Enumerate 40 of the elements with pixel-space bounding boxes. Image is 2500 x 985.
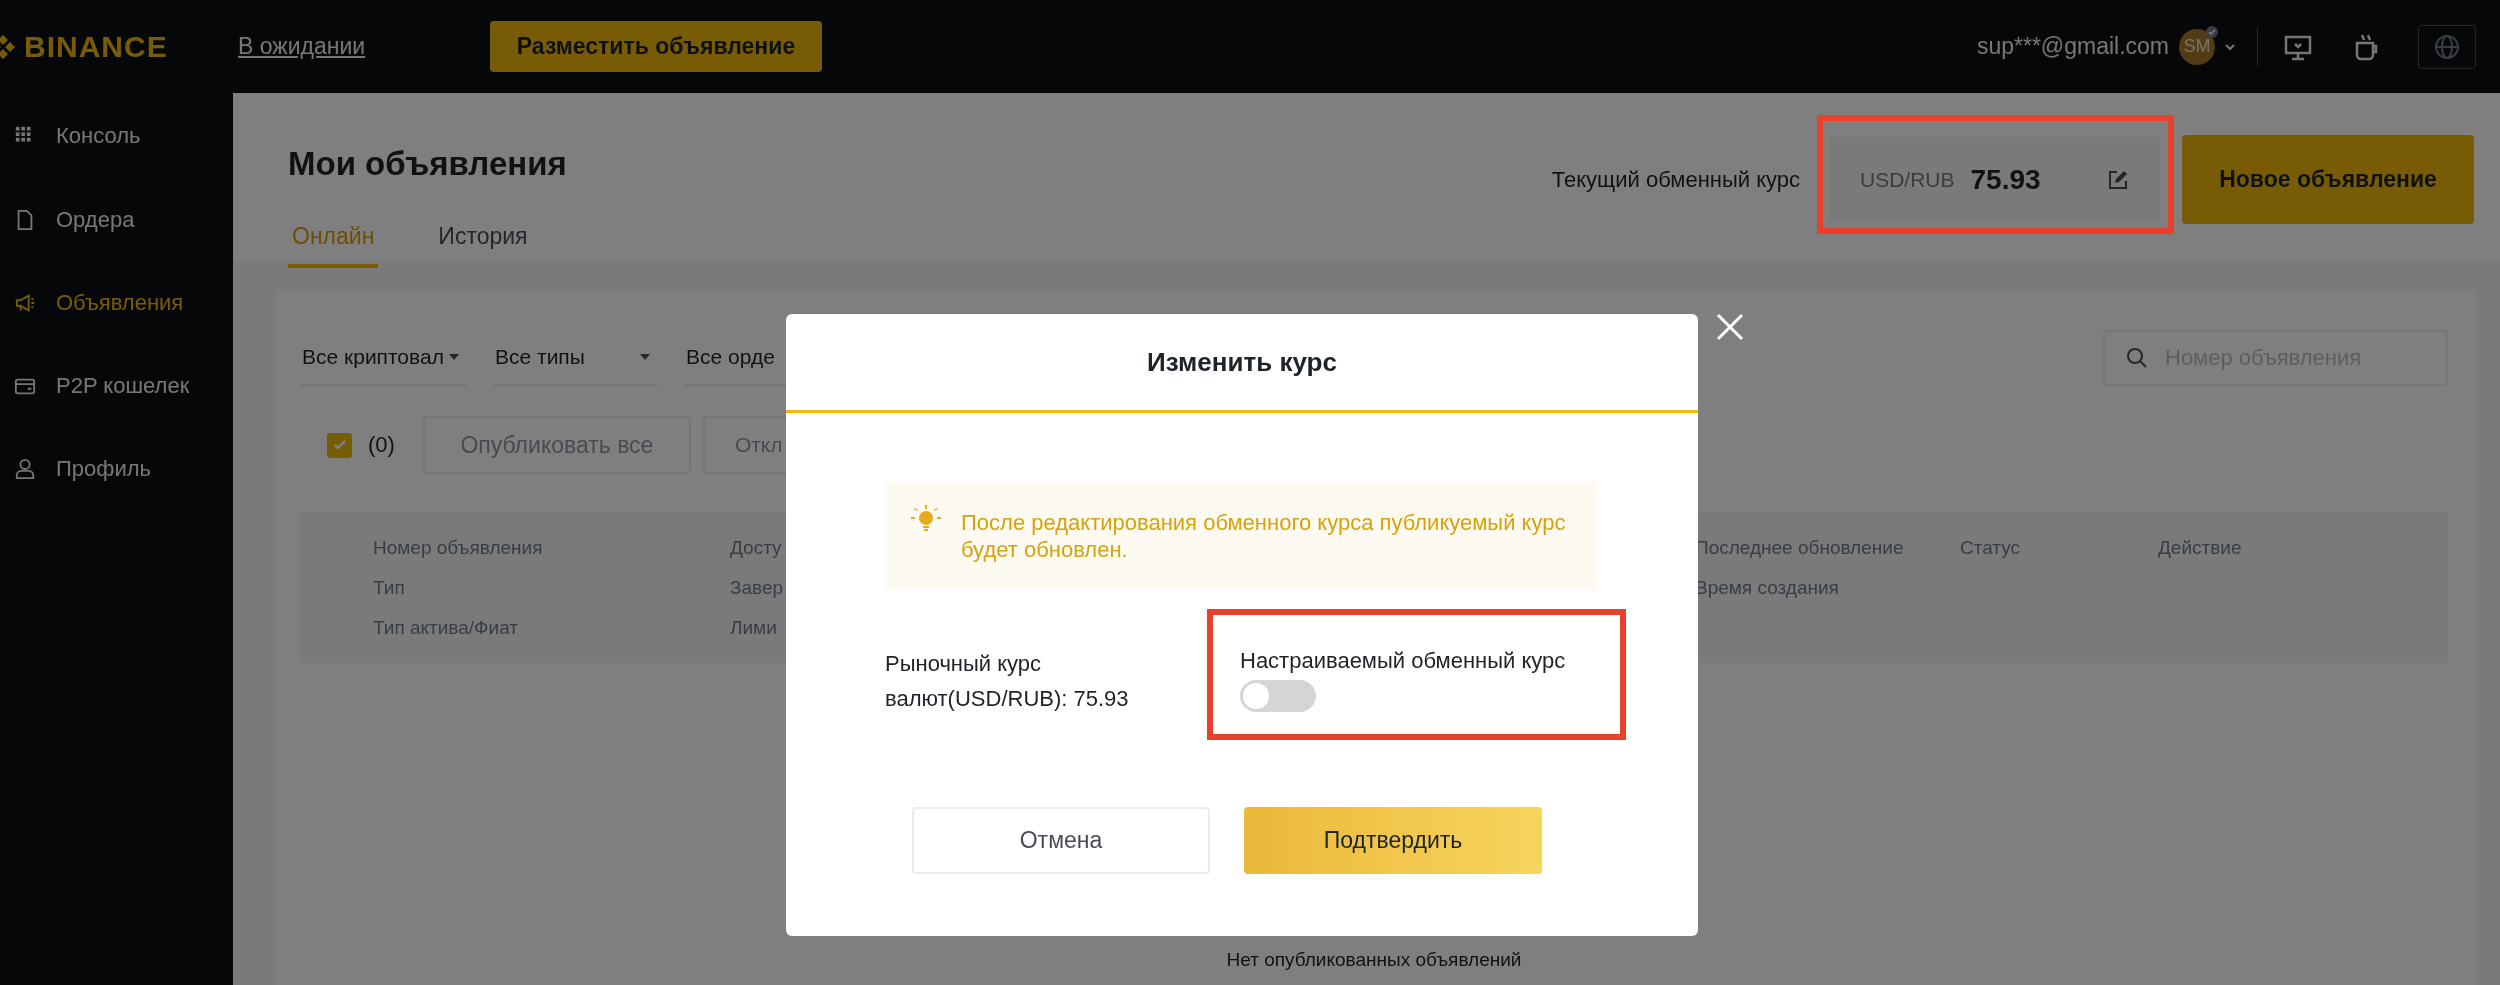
empty-message: Нет опубликованных объявлений (1226, 949, 1522, 970)
page-title: Мои объявления (288, 145, 567, 183)
column-heading: Лими (730, 616, 777, 639)
column-heading: Завер (730, 576, 784, 599)
column-heading: Тип (373, 576, 405, 599)
person-icon (14, 457, 36, 480)
account-email[interactable]: sup***@gmail.com (1976, 33, 2169, 60)
rate-value: 75.93 (1970, 163, 2042, 196)
cancel-button[interactable]: Отмена (912, 807, 1210, 874)
column-heading: Тип актива/Фиат (373, 616, 518, 639)
post-ad-button[interactable]: Разместить объявление (490, 21, 822, 72)
sidebar-item[interactable]: Профиль (0, 427, 233, 510)
pending-link[interactable]: В ожидании (238, 33, 490, 60)
filter-dropdown[interactable]: Все криптовал (300, 330, 467, 386)
column-heading: Номер объявления (373, 536, 543, 559)
sidebar-item[interactable]: Объявления (0, 261, 233, 344)
sidebar-item[interactable]: Консоль (0, 93, 233, 178)
confirm-button[interactable]: Подтвердить (1244, 807, 1542, 874)
market-rate-text: Рыночный курс валют(USD/RUB): 75.93 (885, 650, 1130, 713)
brand-name[interactable]: BINANCE (24, 29, 168, 64)
column-heading: Последнее обновление (1695, 536, 1904, 559)
selected-count: (0) (368, 432, 395, 458)
custom-rate-label: Настраиваемый обменный курс (1240, 648, 1566, 674)
sidebar-item[interactable]: Ордера (0, 178, 233, 261)
toggle-switch[interactable] (1240, 680, 1316, 712)
column-heading: Статус (1960, 536, 2021, 559)
tab[interactable]: История (434, 223, 532, 268)
filter-dropdown[interactable]: Все типы (493, 330, 658, 386)
sidebar-item[interactable]: P2P кошелек (0, 344, 233, 427)
close-icon[interactable] (1716, 313, 1744, 341)
megaphone-icon (14, 291, 36, 314)
column-heading: Досту (730, 536, 782, 559)
notice-text: После редактирования обменного курса публикуемый курс будет обновлен. (961, 509, 1567, 563)
column-heading: Действие (2158, 536, 2242, 559)
dialog-title: Изменить курс (1147, 346, 1337, 378)
currency-pair: USD/RUB (1860, 167, 1955, 192)
new-ad-button[interactable]: Новое объявление (2182, 135, 2474, 224)
rate-box[interactable]: USD/RUB 75.93 (1830, 137, 2160, 222)
checkbox[interactable] (327, 432, 352, 458)
rate-label: Текущий обменный курс (1551, 166, 1800, 193)
